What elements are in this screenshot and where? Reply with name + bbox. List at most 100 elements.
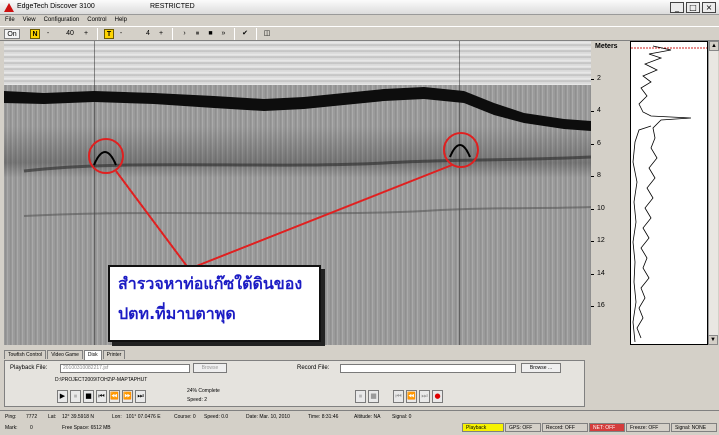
restricted-label: RESTRICTED [150,3,195,10]
free-space-value: Free Space: 6512 MB [62,425,111,431]
vertical-scrollbar[interactable]: ▲ ▼ [708,41,719,345]
time-value: Time: 8:31:46 [308,414,339,420]
rewind-button[interactable]: ⏪ [109,390,120,403]
skip-forward-button[interactable]: ⏭ [135,390,146,403]
signal-profile [630,41,708,345]
menu-view[interactable]: View [23,15,36,26]
signal-indicator: Signal: NONE [671,423,717,432]
pause-button[interactable]: ⏸ [70,390,81,403]
pipe-hyperbola [93,151,117,166]
record-file-label: Record File: [297,365,330,371]
disk-panel: Playback File: 20100310082217.jsf Browse… [4,360,585,407]
annotation-line-2: ปตท.ที่มาบตาพุด [118,304,236,323]
annotation-line-1: สำรวจหาท่อแก๊ซใต้ดินของ [118,274,303,293]
depth-scale: Meters 2 4 6 8 10 12 14 16 [591,41,628,345]
menu-help[interactable]: Help [115,15,127,26]
scroll-down-icon[interactable]: ▼ [708,335,718,345]
altitude-value: Altitude: NA [354,414,381,420]
toolbar-divider [256,28,257,40]
profile-trace [631,45,707,343]
mark-label: Mark: [5,425,18,431]
t-value: 4 [146,30,150,37]
freeze-indicator: Freeze: OFF [626,423,670,432]
pause-icon[interactable]: ⏸ [193,29,202,39]
panel-toggle-icon[interactable]: ◫ [262,29,272,39]
scroll-up-icon[interactable]: ▲ [709,41,719,51]
record-rewind-button[interactable]: ⏪ [406,390,417,403]
playback-browse-button[interactable]: Browse [193,363,227,373]
window-title: EdgeTech Discover 3100 [17,3,95,10]
longitude-label: Lon: [112,414,122,420]
annotation-callout: สำรวจหาท่อแก๊ซใต้ดินของ ปตท.ที่มาบตาพุด [108,265,321,342]
callout-pointer-line [188,164,453,270]
window-controls: _ □ × [670,2,716,13]
fast-forward-icon[interactable]: » [219,29,228,39]
latitude-value: 12° 39.5918 N [62,414,95,420]
gps-indicator: GPS: OFF [505,423,541,432]
skip-back-button[interactable]: ⏮ [96,390,107,403]
net-indicator: NET: OFF [589,423,625,432]
record-pause-button[interactable]: ⏸ [355,390,366,403]
sub-bottom-layer [23,206,591,217]
latitude-label: Lat: [48,414,57,420]
playback-file-field[interactable]: 20100310082217.jsf [60,364,190,373]
toolbar-divider [234,28,235,40]
sub-bottom-layer [23,155,591,173]
ping-value: 7772 [26,414,38,420]
record-stop-button[interactable]: ■ [368,390,379,403]
longitude-value: 101° 07.0476 E [126,414,161,420]
record-indicator: Record: OFF [542,423,588,432]
playback-speed: Speed: 2 [187,397,208,403]
menu-file[interactable]: File [5,15,15,26]
speed-value: Speed: 0.0 [204,414,229,420]
on-button[interactable]: On [4,29,20,39]
forward-button[interactable]: ⏩ [122,390,133,403]
toolbar: On N - 40 + T - 4 + › ⏸ ■ » ✔ ◫ [0,26,719,41]
date-value: Date: Mar. 10, 2010 [246,414,290,420]
toolbar-divider [172,28,173,40]
menu-configuration[interactable]: Configuration [44,15,80,26]
play-button[interactable]: ▶ [57,390,68,403]
record-file-field[interactable] [340,364,516,373]
n-minus-button[interactable]: - [44,29,52,39]
tab-video-game[interactable]: Video Game [47,350,83,359]
maximize-button[interactable]: □ [686,2,700,13]
t-minus-button[interactable]: - [117,29,125,39]
pipe-marker-circle [443,132,479,168]
stop-icon[interactable]: ■ [206,29,215,39]
depth-scale-title: Meters [595,43,618,50]
menu-control[interactable]: Control [87,15,106,26]
record-skip-back-button[interactable]: ⏮ [393,390,404,403]
toolbar-divider [97,28,98,40]
playback-file-label: Playback File: [10,365,48,371]
signal-value: Signal: 0 [392,414,412,420]
seabed-reflection [4,87,591,131]
tab-towfish-control[interactable]: Towfish Control [4,350,47,359]
record-button[interactable]: ● [432,390,443,403]
pipe-marker-circle [88,138,124,174]
close-button[interactable]: × [702,2,716,13]
next-icon[interactable]: › [180,29,189,39]
t-button[interactable]: T [104,29,114,39]
record-skip-forward-button[interactable]: ⏭ [419,390,430,403]
stop-button[interactable]: ■ [83,390,94,403]
check-icon[interactable]: ✔ [240,29,250,39]
playback-indicator: Playback [462,423,504,432]
record-browse-button[interactable]: Browse ... [521,363,561,373]
tab-printer[interactable]: Printer [102,350,126,359]
tab-disk[interactable]: Disk [83,350,102,360]
edgetech-logo-icon [4,3,14,12]
n-plus-button[interactable]: + [82,29,90,39]
tab-strip: Towfish Control Video Game Disk Printer [4,350,126,360]
status-bar: Ping: 7772 Lat: 12° 39.5918 N Lon: 101° … [0,410,719,435]
minimize-button[interactable]: _ [670,2,684,13]
course-value: Course: 0 [174,414,196,420]
playback-progress: 24% Complete [187,388,220,394]
menu-bar: File View Configuration Control Help [0,15,719,26]
title-bar: EdgeTech Discover 3100 RESTRICTED _ □ × [0,0,719,15]
n-button[interactable]: N [30,29,40,39]
ping-label: Ping: [5,414,17,420]
callout-pointer-line [115,170,190,270]
mark-value: 0 [30,425,33,431]
t-plus-button[interactable]: + [157,29,165,39]
